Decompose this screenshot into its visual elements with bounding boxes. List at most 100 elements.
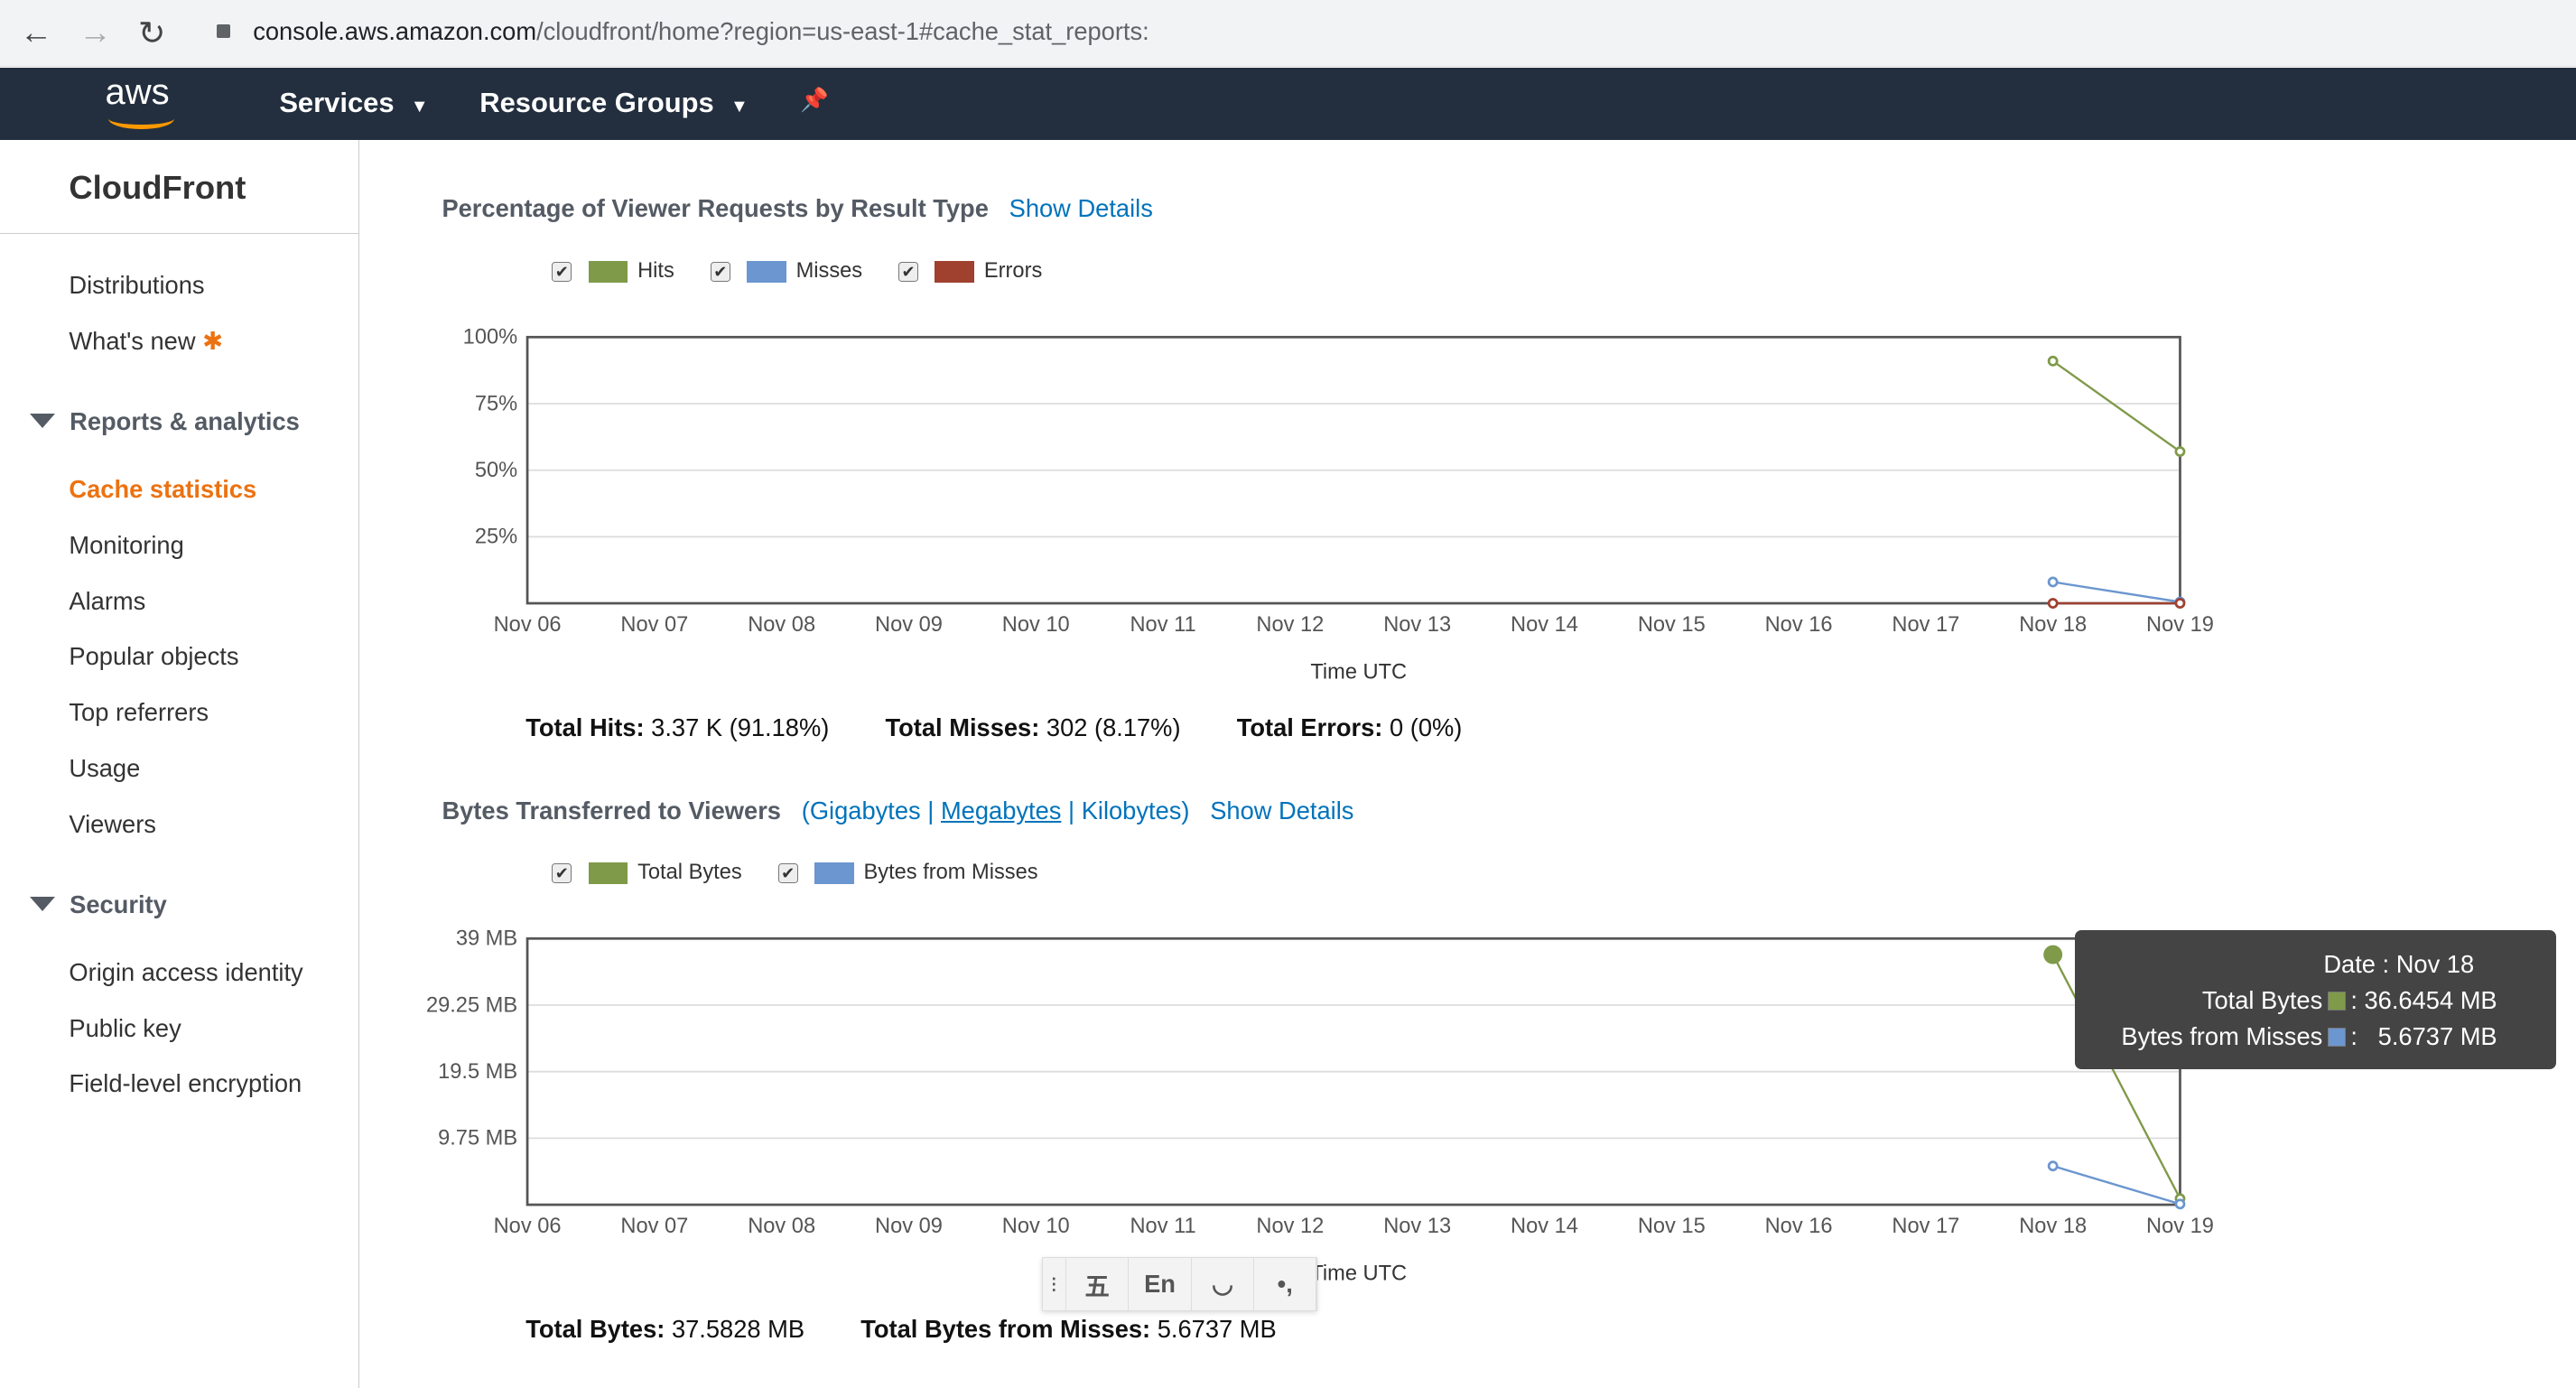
x-tick-label: Nov 13 bbox=[1383, 1215, 1451, 1238]
series-line-misses bbox=[2052, 581, 2181, 603]
x-tick-label: Nov 17 bbox=[1892, 1215, 1959, 1238]
checkbox-checked-icon[interactable]: ✔ bbox=[552, 261, 572, 282]
total-bytes-swatch bbox=[588, 862, 628, 884]
paren: ) bbox=[1181, 796, 1190, 825]
sidebar-item-usage[interactable]: Usage bbox=[69, 754, 140, 783]
data-point bbox=[2174, 1198, 2186, 1209]
x-tick-label: Nov 19 bbox=[2146, 613, 2214, 637]
x-tick-label: Nov 16 bbox=[1765, 613, 1833, 637]
x-tick-label: Nov 07 bbox=[620, 1215, 688, 1238]
url-domain: console.aws.amazon.com bbox=[253, 17, 537, 46]
x-axis-label: Time UTC bbox=[1310, 660, 1407, 684]
legend-label: Misses bbox=[795, 259, 863, 284]
tooltip-label: Bytes from Misses bbox=[2121, 1021, 2323, 1050]
x-tick-label: Nov 06 bbox=[494, 613, 562, 637]
x-tick-label: Nov 10 bbox=[1002, 613, 1070, 637]
pin-icon[interactable]: 📌 bbox=[800, 87, 829, 114]
total-errors-value: 0 (0%) bbox=[1390, 713, 1463, 741]
ime-chinese-button[interactable]: 五 bbox=[1066, 1257, 1130, 1311]
ime-toolbar: ⋮ 五 En ◡ •, bbox=[1041, 1256, 1318, 1312]
x-tick-label: Nov 14 bbox=[1511, 613, 1578, 637]
x-tick-label: Nov 07 bbox=[620, 613, 688, 637]
gigabytes-link[interactable]: Gigabytes bbox=[810, 796, 921, 824]
checkbox-checked-icon[interactable]: ✔ bbox=[552, 862, 572, 883]
misses-swatch bbox=[747, 261, 786, 283]
address-bar[interactable]: console.aws.amazon.com/cloudfront/home?r… bbox=[191, 6, 2576, 58]
lock-icon bbox=[217, 24, 230, 38]
ime-punctuation-button[interactable]: •, bbox=[1254, 1257, 1317, 1311]
requests-chart: 25% 50% 75% 100% Nov 06 Nov 07 Nov 08 Nov 09 Nov… bbox=[463, 325, 2214, 684]
sidebar-item-distributions[interactable]: Distributions bbox=[69, 271, 204, 300]
checkbox-checked-icon[interactable]: ✔ bbox=[710, 261, 730, 282]
hits-swatch bbox=[588, 261, 628, 283]
browser-toolbar: ← → ↻ console.aws.amazon.com/cloudfront/… bbox=[0, 0, 2576, 67]
paren: ( bbox=[801, 796, 810, 825]
separator: | bbox=[927, 796, 935, 825]
aws-logo[interactable]: aws bbox=[105, 72, 174, 130]
back-button[interactable]: ← bbox=[20, 14, 52, 51]
legend-errors[interactable]: ✔ Errors bbox=[898, 259, 1042, 284]
resource-groups-menu[interactable]: Resource Groups ▼ bbox=[479, 87, 748, 119]
legend-bytes-from-misses[interactable]: ✔ Bytes from Misses bbox=[777, 861, 1038, 885]
separator: | bbox=[1068, 796, 1075, 825]
sidebar-title[interactable]: CloudFront bbox=[69, 169, 246, 207]
divider bbox=[0, 233, 358, 234]
x-tick-label: Nov 17 bbox=[1892, 613, 1959, 637]
drag-handle-icon[interactable]: ⋮ bbox=[1043, 1257, 1067, 1311]
y-tick-label: 100% bbox=[463, 325, 517, 349]
total-hits-value: 3.37 K (91.18%) bbox=[651, 713, 830, 741]
tooltip-label: Total Bytes bbox=[2201, 985, 2323, 1014]
caret-down-icon bbox=[29, 897, 55, 911]
aws-logo-text: aws bbox=[105, 72, 170, 113]
checkbox-checked-icon[interactable]: ✔ bbox=[898, 261, 919, 282]
show-details-link[interactable]: Show Details bbox=[1210, 796, 1353, 824]
series-line-bytes-from-misses bbox=[2052, 1164, 2181, 1206]
data-point bbox=[2174, 445, 2186, 457]
x-tick-label: Nov 15 bbox=[1638, 1215, 1706, 1238]
ime-english-button[interactable]: En bbox=[1129, 1257, 1192, 1311]
y-tick-label: 50% bbox=[475, 459, 517, 482]
tooltip-date: Date : Nov 18 bbox=[2323, 949, 2475, 978]
bytes-section-title: Bytes Transferred to Viewers (Gigabytes … bbox=[442, 796, 1353, 825]
x-tick-label: Nov 11 bbox=[1130, 613, 1195, 637]
checkbox-checked-icon[interactable]: ✔ bbox=[777, 862, 798, 883]
aws-top-nav: aws Services ▼ Resource Groups ▼ 📌 bbox=[0, 67, 2576, 140]
url-path: /cloudfront/home?region=us-east-1#cache_… bbox=[536, 17, 1149, 46]
data-point bbox=[2043, 945, 2063, 964]
x-axis-label: Time UTC bbox=[1310, 1262, 1407, 1285]
requests-legend: ✔ Hits ✔ Misses ✔ Errors bbox=[552, 259, 1078, 284]
x-tick-label: Nov 16 bbox=[1765, 1215, 1833, 1238]
data-point bbox=[2174, 597, 2186, 609]
y-tick-label: 9.75 MB bbox=[438, 1126, 517, 1150]
bytes-legend: ✔ Total Bytes ✔ Bytes from Misses bbox=[552, 861, 1074, 885]
services-menu[interactable]: Services ▼ bbox=[279, 87, 428, 119]
errors-swatch bbox=[935, 261, 974, 283]
legend-hits[interactable]: ✔ Hits bbox=[552, 259, 674, 284]
x-tick-label: Nov 15 bbox=[1638, 613, 1706, 637]
tooltip-value: : 5.6737 MB bbox=[2350, 1021, 2497, 1050]
total-bytes-misses-label: Total Bytes from Misses: bbox=[860, 1314, 1151, 1343]
y-tick-label: 29.25 MB bbox=[426, 993, 517, 1017]
reload-button[interactable]: ↻ bbox=[138, 14, 165, 52]
legend-total-bytes[interactable]: ✔ Total Bytes bbox=[552, 861, 742, 885]
sidebar-item-viewers[interactable]: Viewers bbox=[69, 810, 156, 839]
ime-moon-button[interactable]: ◡ bbox=[1192, 1257, 1255, 1311]
forward-button[interactable]: → bbox=[79, 14, 111, 51]
chart-tooltip: Date : Nov 18 Total Bytes: 36.6454 MB By… bbox=[2075, 929, 2557, 1070]
misses-swatch bbox=[2327, 1028, 2346, 1047]
megabytes-link[interactable]: Megabytes bbox=[941, 796, 1061, 824]
y-tick-label: 75% bbox=[475, 392, 517, 415]
x-tick-label: Nov 09 bbox=[875, 1215, 943, 1238]
data-point bbox=[2047, 576, 2059, 588]
x-tick-label: Nov 11 bbox=[1130, 1215, 1195, 1238]
show-details-link[interactable]: Show Details bbox=[1009, 194, 1153, 222]
data-point bbox=[2047, 355, 2059, 367]
total-bytes-label: Total Bytes: bbox=[525, 1314, 665, 1343]
total-misses-label: Total Misses: bbox=[885, 713, 1040, 741]
kilobytes-link[interactable]: Kilobytes bbox=[1082, 796, 1182, 824]
x-tick-label: Nov 19 bbox=[2146, 1215, 2214, 1238]
legend-misses[interactable]: ✔ Misses bbox=[710, 259, 863, 284]
misses-swatch bbox=[814, 862, 854, 884]
chevron-down-icon: ▼ bbox=[410, 97, 429, 117]
x-tick-label: Nov 10 bbox=[1002, 1215, 1070, 1238]
